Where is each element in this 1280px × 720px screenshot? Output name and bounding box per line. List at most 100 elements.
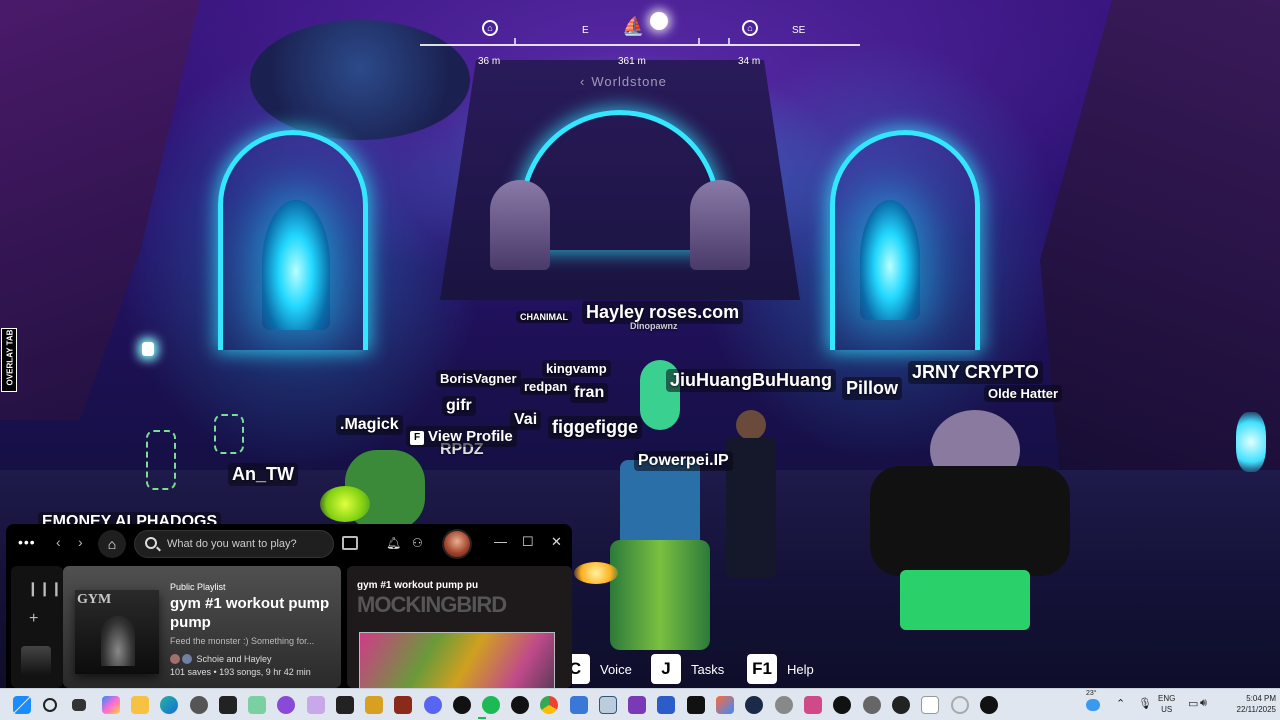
nametag-fran[interactable]: fran — [570, 383, 609, 403]
view-profile-prompt[interactable]: F View Profile — [406, 426, 517, 447]
nametag-an-tw[interactable]: An_TW — [228, 463, 298, 486]
nametag-kingvamp[interactable]: kingvamp — [542, 360, 611, 377]
now-playing-title: gym #1 workout pump pu — [357, 580, 479, 591]
location-name: Worldstone — [591, 74, 667, 89]
playlist-description: Feed the monster :) Something for... — [170, 636, 315, 646]
app-badge-icon[interactable] — [892, 696, 910, 714]
home-button[interactable]: ⌂ — [98, 530, 126, 558]
weather-icon[interactable] — [1086, 699, 1100, 711]
chevron-up-icon[interactable]: ⌃ — [1116, 697, 1125, 710]
app-a-icon[interactable] — [219, 696, 237, 714]
settings-icon[interactable] — [190, 696, 208, 714]
ship-icon: ⛵ — [622, 16, 645, 36]
nametag-jrny[interactable]: JRNY CRYPTO — [908, 361, 1043, 384]
app-multi-icon[interactable] — [716, 696, 734, 714]
key-f1-badge: F1 — [747, 654, 777, 684]
app-window-icon[interactable] — [599, 696, 617, 714]
nametag-jiuhuang[interactable]: JiuHuangBuHuang — [666, 369, 836, 392]
steam-icon[interactable] — [745, 696, 763, 714]
app-green-icon[interactable] — [248, 696, 266, 714]
app-dark-icon[interactable] — [336, 696, 354, 714]
hotkey-tasks[interactable]: J Tasks — [651, 654, 724, 684]
spotify-alt-icon[interactable] — [511, 696, 529, 714]
app-violet-icon[interactable] — [628, 696, 646, 714]
discord-icon[interactable] — [424, 696, 442, 714]
app-purple-icon[interactable] — [277, 696, 295, 714]
avatar[interactable] — [442, 529, 472, 559]
nametag-oldehatter[interactable]: Olde Hatter — [984, 385, 1063, 402]
playlist-owners[interactable]: Schoie and Hayley — [170, 654, 338, 664]
right-portal-arch — [830, 130, 980, 350]
library-item-thumbnail[interactable] — [21, 646, 51, 676]
overlay-tab-button[interactable]: OVERLAY TAB — [1, 328, 17, 392]
nametag-redpan[interactable]: redpan — [520, 378, 572, 395]
nametag-powerpei[interactable]: Powerpei.IP — [634, 451, 733, 471]
compass-southeast: SE — [792, 25, 806, 36]
github-icon[interactable] — [453, 696, 471, 714]
ape-avatar[interactable] — [720, 410, 780, 580]
menu-dots-icon[interactable]: ••• — [18, 534, 36, 550]
spotify-window[interactable]: ••• ‹ › ⌂ What do you want to play? 🔔︎ ⚇… — [6, 524, 572, 688]
library-icon[interactable]: ❙❙❙ — [27, 580, 62, 597]
network-icon[interactable]: ▭ — [1188, 697, 1198, 710]
crystal-right — [1236, 412, 1266, 472]
bell-icon[interactable]: 🔔︎ — [386, 536, 401, 550]
app-cog-icon[interactable] — [863, 696, 881, 714]
nametag-figgefigge[interactable]: figgefigge — [548, 416, 642, 439]
file-explorer-icon[interactable] — [131, 696, 149, 714]
app-loading-icon[interactable] — [951, 696, 969, 714]
app-cube-icon[interactable] — [307, 696, 325, 714]
friends-icon[interactable]: ⚇ — [412, 536, 423, 550]
playlist-owners-text: Schoie and Hayley — [196, 654, 272, 664]
browse-icon[interactable] — [342, 536, 358, 550]
volume-icon[interactable]: 🔊︎ — [1200, 697, 1207, 710]
app-openai-icon[interactable] — [833, 696, 851, 714]
waypoint-icon: ⌂ — [482, 20, 498, 36]
word-icon[interactable] — [657, 696, 675, 714]
app-orange-icon[interactable] — [394, 696, 412, 714]
view-profile-label: View Profile — [428, 428, 513, 445]
plus-icon[interactable]: + — [29, 610, 38, 628]
nametag-magick[interactable]: .Magick — [336, 415, 403, 435]
search-icon[interactable] — [43, 698, 57, 712]
compass-line — [420, 44, 860, 46]
maximize-button[interactable]: ☐ — [522, 534, 534, 550]
nametag-pillow[interactable]: Pillow — [842, 377, 903, 400]
app-shield-icon[interactable] — [365, 696, 383, 714]
nametag-borisvagner[interactable]: BorisVagner — [436, 370, 521, 387]
search-input[interactable]: What do you want to play? — [134, 530, 334, 558]
app-x-icon[interactable] — [687, 696, 705, 714]
now-playing-artist[interactable]: MOCKINGBIRD — [357, 592, 507, 618]
weather-temperature[interactable]: 23° — [1086, 690, 1097, 697]
nametag-dinopawnz[interactable]: Dinopawnz — [626, 320, 682, 332]
task-view-icon[interactable] — [72, 699, 86, 711]
playlist-cover: GYM — [75, 590, 159, 674]
system-clock[interactable]: 5:04 PM 22/11/2025 — [1222, 693, 1276, 715]
forward-arrow-icon[interactable]: › — [78, 534, 83, 550]
edge-icon[interactable] — [160, 696, 178, 714]
windows-taskbar: 23° ⌃ 🎙︎ ENG US ▭ 🔊︎ 5:04 PM 22/11/2025 — [0, 688, 1280, 720]
close-button[interactable]: ✕ — [551, 534, 562, 550]
app-blue-icon[interactable] — [570, 696, 588, 714]
gorilla-avatar[interactable] — [860, 410, 1070, 640]
back-arrow-icon[interactable]: ‹ — [56, 534, 61, 550]
spotify-icon[interactable] — [482, 696, 500, 714]
hotkey-help[interactable]: F1 Help — [747, 654, 814, 684]
unreal-icon[interactable] — [980, 696, 998, 714]
windows-start-icon[interactable] — [13, 696, 31, 714]
nametag-chanimal[interactable]: CHANIMAL — [516, 311, 572, 323]
compass-tick — [514, 38, 516, 44]
language-indicator[interactable]: ENG US — [1158, 693, 1175, 715]
minimize-button[interactable]: — — [494, 534, 507, 549]
playlist-title: gym #1 workout pump pump — [170, 595, 330, 631]
copilot-icon[interactable] — [102, 696, 120, 714]
chrome-icon[interactable] — [540, 696, 558, 714]
app-gear-icon[interactable] — [775, 696, 793, 714]
player-avatar[interactable] — [600, 360, 710, 660]
microphone-icon[interactable]: 🎙︎ — [1138, 697, 1152, 710]
nametag-gifr[interactable]: gifr — [442, 396, 476, 416]
app-doc-icon[interactable] — [921, 696, 939, 714]
distance-center: 361 m — [618, 56, 646, 67]
glowing-orb — [320, 486, 370, 522]
app-tool-icon[interactable] — [804, 696, 822, 714]
